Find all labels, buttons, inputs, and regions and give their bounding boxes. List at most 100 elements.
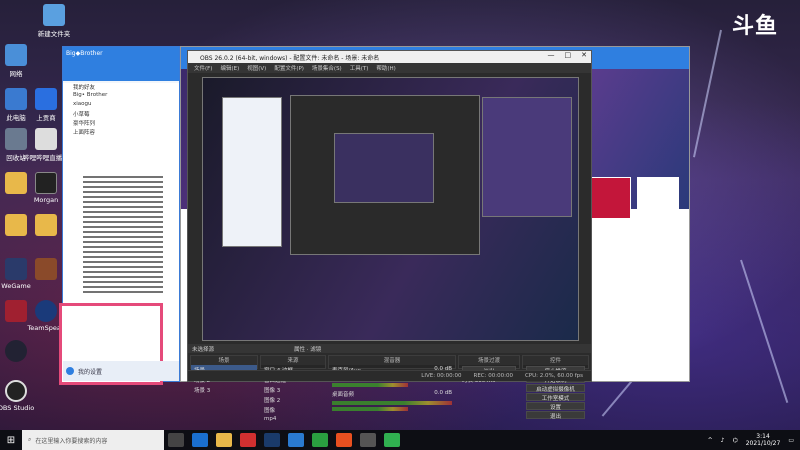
volume-icon[interactable]: ♪ <box>721 437 725 444</box>
tray-chevron-icon[interactable]: ^ <box>708 437 713 444</box>
obs-taskbar-icon[interactable] <box>360 433 376 447</box>
teamspeak-icon <box>35 300 57 322</box>
dock-title: 控件 <box>523 356 588 365</box>
file-explorer-icon[interactable] <box>216 433 232 447</box>
netease-icon[interactable] <box>240 433 256 447</box>
task-view-icon[interactable] <box>168 433 184 447</box>
transitions-dock: 场景过渡 淡出 时长 300 ms <box>458 355 520 384</box>
desktop-icon-app[interactable] <box>0 340 40 364</box>
audio-mixer-dock: 混音器 麦克风/Aux 0.0 dB 桌面音频 0.0 dB <box>328 355 456 411</box>
chat-window: Big◆Brother 我的好友 Big• Brother xiaogu 小草莓… <box>59 46 180 385</box>
scene-item[interactable]: 场景 3 <box>191 385 257 395</box>
settings-button[interactable]: 设置 <box>526 402 585 411</box>
obs-title-bar: OBS 26.0.2 (64-bit, windows) - 配置文件: 未命名… <box>188 51 591 63</box>
obs-window: OBS 26.0.2 (64-bit, windows) - 配置文件: 未命名… <box>187 50 592 422</box>
list-item[interactable]: 豪华阵列 <box>63 119 179 128</box>
volume-slider[interactable] <box>332 407 408 411</box>
douyu-logo: 斗鱼 <box>731 14 778 39</box>
promo-cards <box>589 177 679 219</box>
maximize-icon[interactable]: □ <box>565 51 572 59</box>
settings-label[interactable]: 我的设置 <box>78 367 102 376</box>
list-item[interactable]: 小草莓 <box>63 110 179 119</box>
dock-title: 来源 <box>261 356 325 365</box>
rec-timer: REC: 00:00:00 <box>473 373 513 379</box>
promo-card[interactable] <box>589 177 631 219</box>
contact-list: 我的好友 Big• Brother xiaogu 小草莓 豪华阵列 上面阵容 <box>59 83 179 385</box>
obs-menu-bar: 文件(F) 编辑(E) 视图(V) 配置文件(P) 场景集合(S) 工具(T) … <box>188 63 591 73</box>
minimize-icon[interactable]: — <box>548 51 555 59</box>
taskbar: ⊞ ⌕ 在这里输入你要搜索的内容 ^ ♪ ⌬ 3:14 2021/10/27 ▭ <box>0 430 800 450</box>
menu-tools[interactable]: 工具(T) <box>350 64 369 72</box>
preview-canvas[interactable] <box>202 77 579 341</box>
folder-icon <box>43 4 65 26</box>
source-item[interactable]: 图像 2 <box>261 395 325 405</box>
app-icon <box>35 172 57 194</box>
obs-icon <box>5 380 27 402</box>
system-tray: ^ ♪ ⌬ 3:14 2021/10/27 ▭ <box>708 430 794 450</box>
nested-obs-inner <box>334 133 434 203</box>
menu-file[interactable]: 文件(F) <box>194 64 212 72</box>
properties-button[interactable]: 属性 · 滤镜 <box>294 345 321 353</box>
virtual-camera-button[interactable]: 启动虚拟摄像机 <box>526 384 585 393</box>
nested-banner <box>482 97 572 217</box>
exit-button[interactable]: 退出 <box>526 411 585 420</box>
chat-title: Big◆Brother <box>66 50 103 57</box>
menu-view[interactable]: 视图(V) <box>247 64 266 72</box>
spotify-icon[interactable] <box>384 433 400 447</box>
list-item[interactable]: Big• Brother <box>63 92 179 101</box>
douyu-icon[interactable] <box>336 433 352 447</box>
app-icon <box>5 340 27 362</box>
volume-slider[interactable] <box>332 383 408 387</box>
list-item[interactable]: xiaogu <box>63 101 179 110</box>
settings-icon[interactable] <box>66 367 74 375</box>
studio-mode-button[interactable]: 工作室模式 <box>526 393 585 402</box>
chat-header: Big◆Brother <box>63 47 179 81</box>
sources-dock: 来源 窗口 4 边框 窗口边框 图像 3 图像 2 图像 mp4 <box>260 355 326 422</box>
scenes-dock: 场景 场景 场景 2 场景 3 <box>190 355 258 394</box>
bili-icon <box>35 128 57 150</box>
game-icon <box>35 258 57 280</box>
taskbar-search[interactable]: ⌕ 在这里输入你要搜索的内容 <box>22 430 164 450</box>
qq-icon[interactable] <box>288 433 304 447</box>
ascii-art <box>83 173 163 293</box>
desktop-icon-obs[interactable]: OBS Studio <box>0 380 40 412</box>
network-icon <box>5 44 27 66</box>
cpu-usage: CPU: 2.0%, 60.00 fps <box>524 373 583 379</box>
dock-title: 场景 <box>191 356 257 365</box>
clock[interactable]: 3:14 2021/10/27 <box>746 433 781 447</box>
desktop-icon-new-folder[interactable]: 新建文件夹 <box>30 4 78 38</box>
dock-title: 混音器 <box>329 356 455 365</box>
close-icon[interactable]: ✕ <box>581 51 587 59</box>
list-item[interactable]: 我的好友 <box>63 83 179 92</box>
controls-dock: 控件 停止推流 开始录制 启动虚拟摄像机 工作室模式 设置 退出 <box>522 355 589 420</box>
promo-card[interactable] <box>637 177 679 219</box>
menu-profile[interactable]: 配置文件(P) <box>274 64 304 72</box>
list-item[interactable]: 上面阵容 <box>63 128 179 137</box>
source-item[interactable]: 图像 <box>261 405 325 415</box>
nested-chat <box>222 97 282 247</box>
wechat-icon[interactable] <box>312 433 328 447</box>
notification-icon[interactable]: ▭ <box>788 437 794 444</box>
search-placeholder: 在这里输入你要搜索的内容 <box>35 437 108 445</box>
menu-scene-collection[interactable]: 场景集合(S) <box>312 64 342 72</box>
menu-help[interactable]: 帮助(H) <box>376 64 395 72</box>
dock-title: 场景过渡 <box>459 356 519 365</box>
network-icon[interactable]: ⌬ <box>732 437 737 444</box>
volume-meter <box>332 401 452 405</box>
obs-status-bar: LIVE: 00:00:00 REC: 00:00:00 CPU: 2.0%, … <box>188 370 591 381</box>
steam-icon[interactable] <box>264 433 280 447</box>
source-item[interactable]: 图像 3 <box>261 385 325 395</box>
app-icon <box>35 88 57 110</box>
edge-icon[interactable] <box>192 433 208 447</box>
source-toolbar: 未选择源 属性 · 滤镜 <box>188 344 591 353</box>
source-item[interactable]: mp4 <box>261 415 325 423</box>
live-timer: LIVE: 00:00:00 <box>421 373 462 379</box>
no-source-label: 未选择源 <box>192 346 215 353</box>
chat-bottom-bar: 我的设置 <box>63 361 179 381</box>
desktop-icon-network[interactable]: 网络 <box>0 44 40 78</box>
folder-icon <box>35 214 57 236</box>
mixer-track-name: 桌面音频 0.0 dB <box>332 390 452 398</box>
windows-start-icon[interactable]: ⊞ <box>0 430 22 450</box>
search-icon: ⌕ <box>28 436 32 443</box>
menu-edit[interactable]: 编辑(E) <box>220 64 239 72</box>
